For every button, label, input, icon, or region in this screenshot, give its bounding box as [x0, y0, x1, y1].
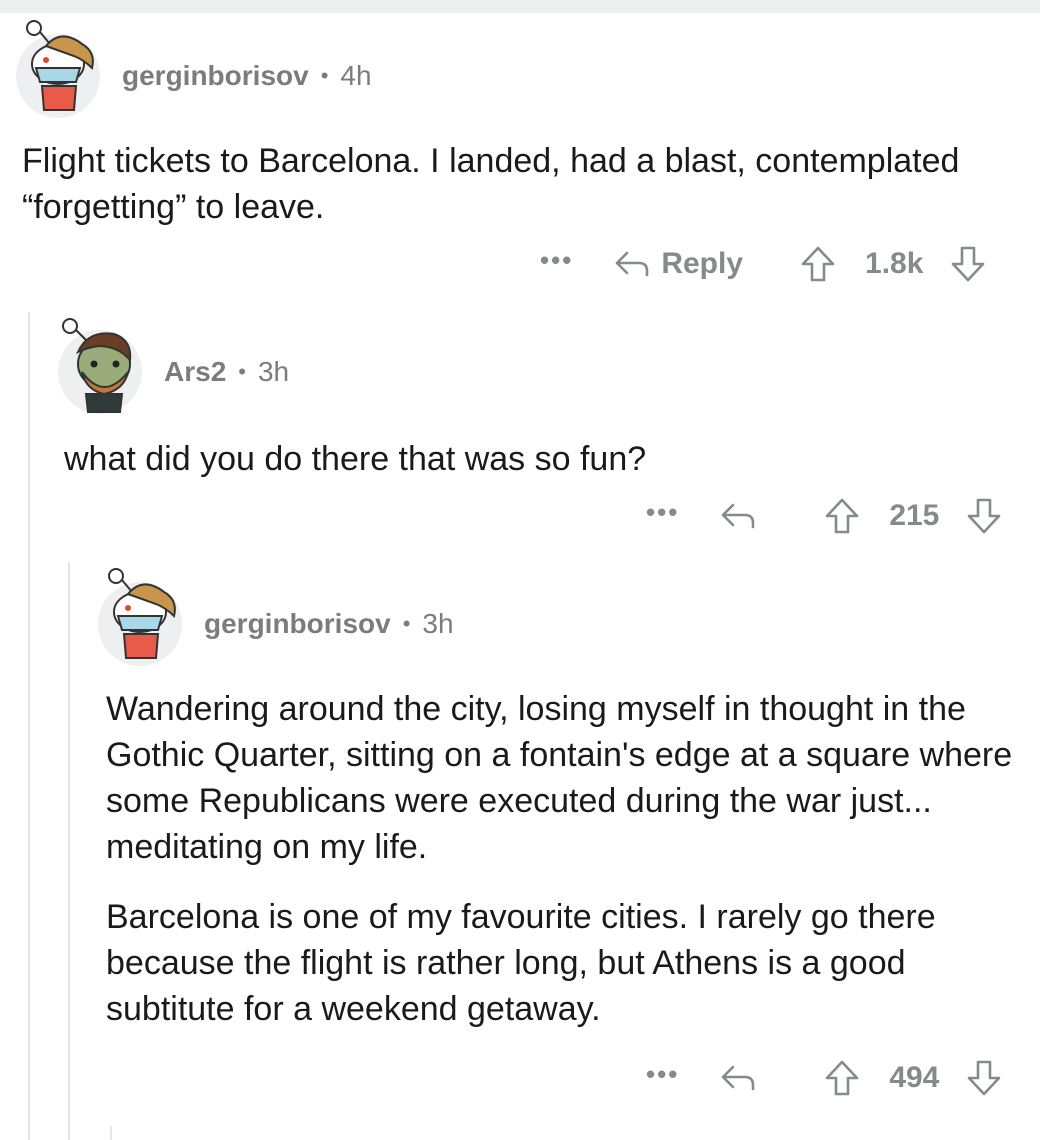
more-options-button[interactable]: ••• — [646, 1061, 679, 1087]
comment-body: Wandering around the city, losing myself… — [106, 686, 1016, 1032]
snoo-avatar-icon — [26, 20, 94, 111]
comment-body: what did you do there that was so fun? — [64, 436, 1004, 482]
thread-line[interactable] — [28, 312, 30, 1140]
comment-paragraph: Barcelona is one of my favourite cities.… — [106, 898, 936, 1028]
username[interactable]: Ars2 — [164, 356, 226, 388]
timestamp[interactable]: 3h — [422, 608, 453, 640]
thread-line[interactable] — [68, 562, 70, 1140]
comment-meta: gerginborisov • 3h — [204, 608, 454, 640]
top-bar — [0, 0, 1040, 13]
comment-header: Ars2 • 3h — [58, 318, 289, 414]
reply-label: Reply — [661, 247, 744, 280]
vote-controls: 215 — [823, 496, 1003, 536]
avatar[interactable] — [16, 20, 100, 118]
timestamp[interactable]: 4h — [340, 60, 371, 92]
separator-dot: • — [402, 611, 411, 636]
comment-paragraph: Flight tickets to Barcelona. I landed, h… — [22, 142, 960, 226]
upvote-icon[interactable] — [799, 244, 837, 284]
downvote-icon[interactable] — [949, 244, 987, 284]
upvote-icon[interactable] — [823, 496, 861, 536]
avatar[interactable] — [58, 318, 142, 414]
comment-body: Flight tickets to Barcelona. I landed, h… — [22, 138, 1002, 230]
username[interactable]: gerginborisov — [122, 60, 309, 92]
separator-dot: • — [320, 63, 329, 88]
separator-dot: • — [238, 359, 246, 384]
vote-controls: 1.8k — [799, 244, 987, 284]
vote-score: 215 — [889, 499, 940, 532]
comment-actions: ••• 494 — [646, 1058, 1003, 1098]
comment-header: gerginborisov • 4h — [16, 20, 372, 118]
comment-paragraph: Wandering around the city, losing myself… — [106, 690, 1013, 866]
comment-actions: ••• Reply 1.8k — [540, 244, 987, 284]
upvote-icon[interactable] — [823, 1058, 861, 1098]
comment-header: gerginborisov • 3h — [98, 568, 454, 666]
reply-button[interactable] — [719, 499, 767, 533]
vote-score: 494 — [889, 1061, 940, 1094]
snoo-avatar-icon — [108, 568, 176, 659]
reply-button[interactable] — [719, 1061, 767, 1095]
comment-meta: Ars2 • 3h — [164, 356, 289, 388]
downvote-icon[interactable] — [965, 1058, 1003, 1098]
downvote-icon[interactable] — [965, 496, 1003, 536]
avatar[interactable] — [98, 568, 182, 666]
comment-meta: gerginborisov • 4h — [122, 60, 372, 92]
timestamp[interactable]: 3h — [258, 356, 289, 388]
comment-paragraph: what did you do there that was so fun? — [64, 440, 647, 478]
more-options-button[interactable]: ••• — [646, 499, 679, 525]
thread-line[interactable] — [110, 1126, 112, 1140]
reply-button[interactable]: Reply — [613, 247, 743, 281]
reply-icon — [722, 1065, 755, 1091]
snoo-avatar-icon — [62, 318, 132, 413]
vote-score: 1.8k — [865, 247, 924, 280]
username[interactable]: gerginborisov — [204, 608, 391, 640]
comment-actions: ••• 215 — [646, 496, 1003, 536]
reply-icon — [616, 251, 649, 277]
more-options-button[interactable]: ••• — [540, 247, 573, 273]
reply-icon — [722, 503, 755, 529]
vote-controls: 494 — [823, 1058, 1003, 1098]
